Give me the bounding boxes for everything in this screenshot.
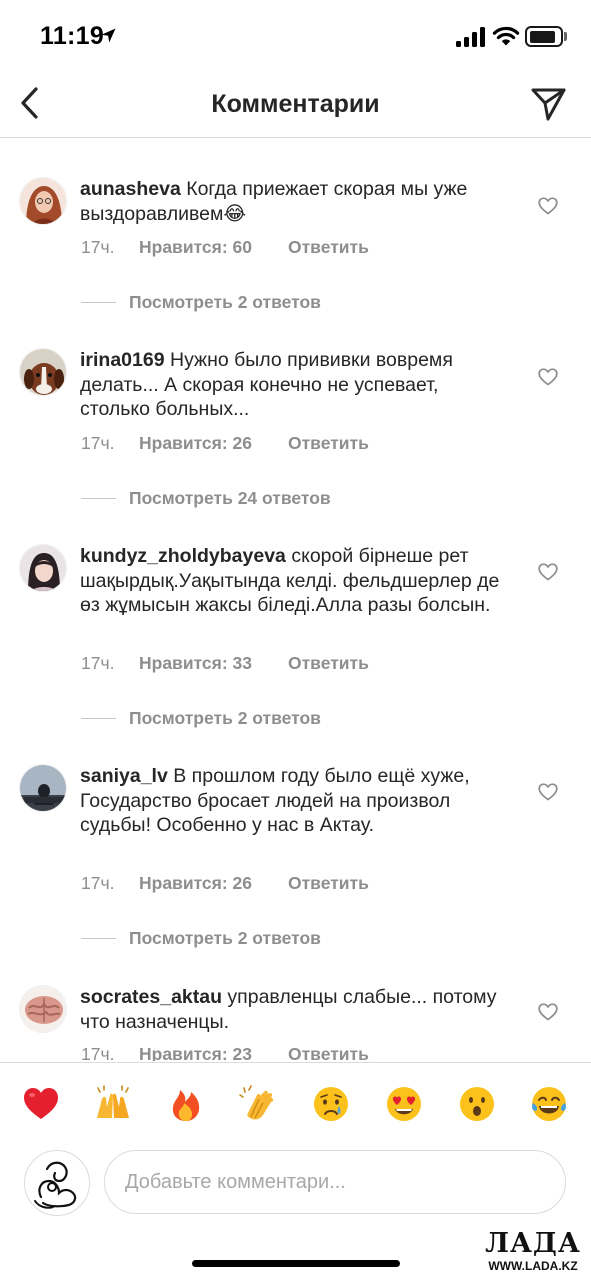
heart-outline-icon[interactable]	[538, 196, 558, 216]
emoji-crying-face-icon[interactable]	[312, 1085, 350, 1123]
emoji-quick-bar	[0, 1062, 591, 1142]
replies-divider	[81, 718, 116, 719]
comment-username[interactable]: aunasheva	[80, 178, 181, 200]
comment-username[interactable]: saniya_lv	[80, 765, 168, 787]
view-replies-button[interactable]: Посмотреть 2 ответов	[81, 292, 381, 314]
reply-button[interactable]: Ответить	[288, 653, 369, 674]
wifi-icon	[492, 26, 520, 46]
emoji-heart-eyes-icon[interactable]	[385, 1085, 423, 1123]
user-avatar[interactable]	[24, 1150, 90, 1216]
comment-likes[interactable]: Нравится: 26	[139, 873, 252, 894]
comment-username[interactable]: socrates_aktau	[80, 986, 222, 1008]
emoji-red-heart-icon[interactable]	[22, 1085, 60, 1123]
comment-text: kundyz_zholdybayeva скорой бірнеше рет ш…	[80, 544, 500, 618]
comment-likes[interactable]: Нравится: 60	[139, 237, 252, 258]
status-time: 11:19	[40, 22, 105, 50]
cellular-signal-icon	[456, 27, 486, 47]
emoji-tears-of-joy-icon[interactable]	[530, 1085, 568, 1123]
status-bar: 11:19	[0, 0, 591, 76]
reply-button[interactable]: Ответить	[288, 237, 369, 258]
replies-divider	[81, 302, 116, 303]
view-replies-label: Посмотреть 2 ответов	[129, 708, 321, 728]
watermark: ЛАДА WWW.LADA.KZ	[478, 1228, 588, 1278]
comment-time: 17ч.	[81, 237, 115, 257]
avatar[interactable]	[19, 348, 67, 396]
comment-likes[interactable]: Нравится: 33	[139, 653, 252, 674]
avatar[interactable]	[19, 764, 67, 812]
comment-time: 17ч.	[81, 653, 115, 673]
comment-likes[interactable]: Нравится: 26	[139, 433, 252, 454]
reply-button[interactable]: Ответить	[288, 873, 369, 894]
comment-time: 17ч.	[81, 433, 115, 453]
battery-icon	[525, 26, 563, 47]
avatar[interactable]	[19, 177, 67, 225]
replies-divider	[81, 938, 116, 939]
view-replies-label: Посмотреть 2 ответов	[129, 292, 321, 312]
comment-text: saniya_lv В прошлом году было ещё хуже, …	[80, 764, 500, 838]
emoji-surprised-face-icon[interactable]	[458, 1085, 496, 1123]
location-arrow-icon	[101, 28, 116, 43]
header: Комментарии	[0, 76, 591, 138]
page-title: Комментарии	[211, 90, 380, 118]
emoji-clapping-hands-icon[interactable]	[239, 1085, 277, 1123]
heart-outline-icon[interactable]	[538, 562, 558, 582]
comment-input[interactable]	[104, 1150, 566, 1214]
heart-outline-icon[interactable]	[538, 782, 558, 802]
view-replies-label: Посмотреть 2 ответов	[129, 928, 321, 948]
comment-text: aunasheva Когда приежает скорая мы уже в…	[80, 177, 500, 226]
watermark-url: WWW.LADA.KZ	[488, 1259, 578, 1273]
view-replies-button[interactable]: Посмотреть 24 ответов	[81, 488, 381, 510]
reply-button[interactable]: Ответить	[288, 1044, 369, 1061]
comment-time: 17ч.	[81, 873, 115, 893]
replies-divider	[81, 498, 116, 499]
comment-text: irina0169 Нужно было прививки вовремя де…	[80, 348, 500, 422]
comments-list[interactable]: aunasheva Когда приежает скорая мы уже в…	[0, 139, 591, 1061]
comment-likes[interactable]: Нравится: 23	[139, 1044, 252, 1061]
heart-outline-icon[interactable]	[538, 367, 558, 387]
comment-text: socrates_aktau управленцы слабые... пото…	[80, 985, 500, 1034]
emoji-raising-hands-icon[interactable]	[94, 1085, 132, 1123]
home-indicator	[192, 1260, 400, 1267]
emoji-fire-icon[interactable]	[167, 1085, 205, 1123]
battery-tip	[564, 32, 567, 41]
view-replies-button[interactable]: Посмотреть 2 ответов	[81, 708, 381, 730]
reply-button[interactable]: Ответить	[288, 433, 369, 454]
view-replies-label: Посмотреть 24 ответов	[129, 488, 331, 508]
paper-plane-icon[interactable]	[528, 84, 568, 124]
heart-outline-icon[interactable]	[538, 1002, 558, 1022]
comment-time: 17ч.	[81, 1044, 115, 1061]
comment-username[interactable]: irina0169	[80, 349, 165, 371]
comment-username[interactable]: kundyz_zholdybayeva	[80, 545, 286, 567]
avatar[interactable]	[19, 544, 67, 592]
watermark-logo: ЛАДА	[485, 1228, 581, 1259]
view-replies-button[interactable]: Посмотреть 2 ответов	[81, 928, 381, 950]
avatar[interactable]	[19, 985, 67, 1033]
